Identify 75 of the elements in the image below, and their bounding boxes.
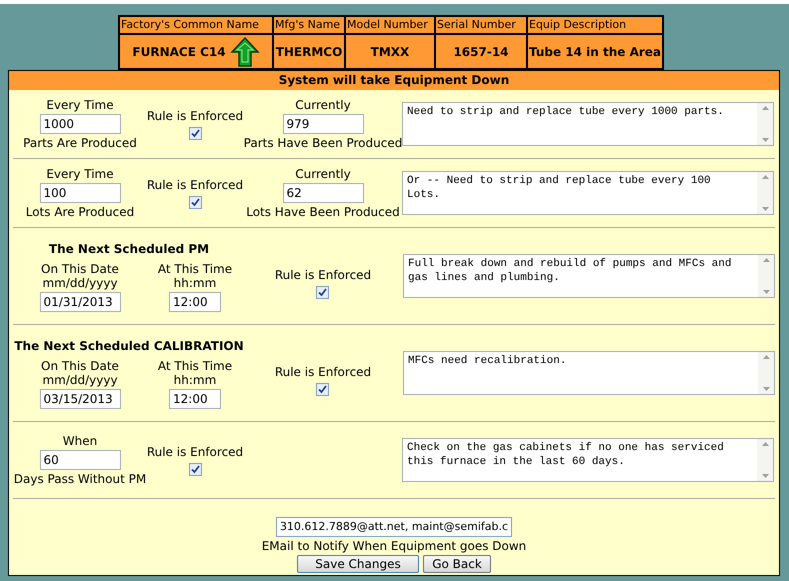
enforced-label: Rule is Enforced [274, 268, 372, 282]
column-header: Factory's Common Name [120, 17, 260, 33]
current-field[interactable]: 979 [282, 114, 364, 134]
back-button[interactable]: Go Back [423, 555, 491, 573]
note-field[interactable]: Check on the gas cabinets if no one has serviced this furnace in the last 60 days. [402, 438, 774, 482]
scrollbar[interactable] [757, 103, 773, 145]
section-heading: The Next Scheduled CALIBRATION [14, 339, 244, 353]
note-field[interactable]: Need to strip and replace tube every 1000 parts. [402, 102, 774, 146]
field-label: When [62, 434, 98, 448]
email-label: EMail to Notify When Equipment goes Down [262, 539, 526, 553]
current-field[interactable]: 62 [282, 183, 364, 203]
format-hint: hh:mm [174, 276, 216, 290]
checkbox[interactable] [316, 286, 330, 299]
scroll-up-icon[interactable] [762, 175, 768, 179]
column-header: Serial Number [434, 17, 526, 33]
date-field[interactable]: 01/31/2013 [40, 292, 120, 312]
scroll-down-icon[interactable] [762, 207, 768, 211]
enforced-label: Rule is Enforced [146, 178, 244, 192]
checkbox[interactable] [188, 462, 202, 476]
field-label: At This Time [158, 359, 232, 373]
column-header: Model Number [344, 17, 434, 33]
scroll-up-icon[interactable] [762, 442, 768, 446]
field-label: Parts Have Been Produced [244, 136, 402, 150]
panel-title: System will take Equipment Down [9, 71, 779, 90]
field-label: Lots Are Produced [26, 205, 134, 219]
field-label: Every Time [46, 167, 114, 181]
time-field[interactable]: 12:00 [169, 292, 221, 312]
field-label: On This Date [41, 359, 119, 373]
scrollbar[interactable] [758, 255, 774, 297]
format-hint: hh:mm [174, 373, 216, 387]
enforced-label: Rule is Enforced [146, 108, 244, 122]
count-field[interactable]: 1000 [40, 114, 120, 134]
field-label: At This Time [158, 262, 232, 276]
scroll-up-icon[interactable] [762, 106, 768, 110]
up-arrow-icon[interactable] [230, 36, 260, 66]
enforced-label: Rule is Enforced [146, 444, 244, 458]
date-field[interactable]: 03/15/2013 [40, 389, 120, 409]
scroll-up-icon[interactable] [762, 258, 770, 262]
format-hint: mm/dd/yyyy [42, 373, 118, 387]
table-cell-text: TMXX [370, 44, 410, 60]
field-label: On This Date [41, 262, 119, 276]
count-field[interactable]: 100 [40, 183, 120, 203]
column-header: Equip Description [526, 17, 662, 33]
scroll-down-icon[interactable] [762, 387, 770, 391]
note-field[interactable]: MFCs need recalibration. [403, 351, 775, 395]
field-label: Currently [295, 98, 351, 112]
scroll-down-icon[interactable] [762, 138, 768, 142]
enforced-label: Rule is Enforced [274, 365, 372, 379]
scroll-down-icon[interactable] [762, 474, 768, 478]
table-cell-text: 1657-14 [453, 44, 509, 60]
field-label: Every Time [46, 98, 114, 112]
scrollbar[interactable] [757, 172, 773, 214]
scrollbar[interactable] [758, 352, 774, 394]
note-field[interactable]: Full break down and rebuild of pumps and MFCs and gas lines and plumbing. [403, 254, 775, 298]
format-hint: mm/dd/yyyy [42, 276, 118, 290]
table-cell-text: FURNACE C14 [132, 44, 226, 60]
email-field[interactable]: 310.612.7889@att.net, maint@semifab.c [276, 517, 512, 537]
field-label: Days Pass Without PM [14, 472, 146, 486]
table-cell-text: Tube 14 in the Area [528, 44, 662, 60]
note-field[interactable]: Or -- Need to strip and replace tube every 100 Lots. [402, 171, 774, 215]
field-label: Currently [295, 167, 351, 181]
section-heading: The Next Scheduled PM [48, 242, 210, 256]
scroll-up-icon[interactable] [762, 355, 770, 359]
checkbox[interactable] [316, 383, 330, 396]
checkbox[interactable] [188, 126, 202, 140]
scroll-down-icon[interactable] [762, 290, 770, 294]
count-field[interactable]: 60 [40, 450, 120, 470]
column-header: Mfg's Name [272, 17, 344, 33]
table-cell-text: THERMCO [276, 44, 342, 60]
checkbox[interactable] [188, 196, 202, 208]
scrollbar[interactable] [757, 439, 773, 481]
field-label: Parts Are Produced [23, 136, 137, 150]
time-field[interactable]: 12:00 [169, 389, 221, 409]
save-button[interactable]: Save Changes [297, 555, 419, 573]
field-label: Lots Have Been Produced [246, 205, 400, 219]
